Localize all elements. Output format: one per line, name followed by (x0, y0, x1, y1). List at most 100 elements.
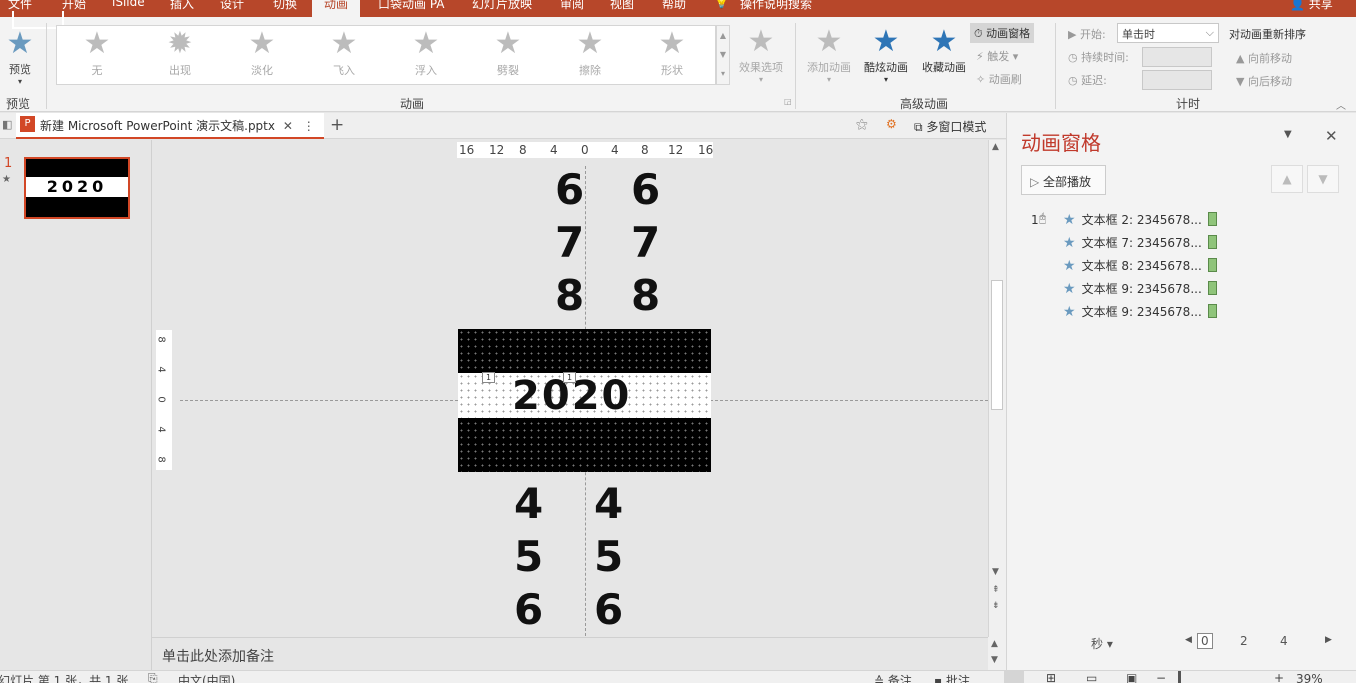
slide-sorter-icon[interactable]: ⊞ (1046, 671, 1056, 683)
move-later-button[interactable]: ▼ 向后移动 (1236, 73, 1292, 89)
duration-label-text: 持续时间: (1081, 51, 1129, 64)
move-down-button[interactable]: ▼ (1307, 165, 1339, 193)
digit-column-bottom-left[interactable]: 4 5 6 (514, 479, 543, 635)
animation-fly-in[interactable]: ★ 飞入 (314, 26, 374, 86)
animation-shape[interactable]: ★ 形状 (642, 26, 702, 86)
rocket-star-icon: ★ (872, 24, 900, 59)
pane-menu-icon[interactable]: ▼ (1284, 129, 1292, 140)
zoom-level[interactable]: 39% (1296, 672, 1323, 683)
digit-column-top-right[interactable]: 6 7 8 (631, 165, 660, 321)
animation-item[interactable]: ★ 文本框 9: 2345678... (1063, 303, 1217, 325)
animation-item[interactable]: ★ 文本框 8: 2345678... (1063, 257, 1217, 279)
char: 2 (571, 373, 602, 419)
star-icon: ★ (1063, 281, 1076, 297)
slide-thumbnail[interactable]: 2020 (24, 157, 130, 219)
tab-review[interactable]: 审阅 (560, 0, 584, 12)
timeline-left-icon[interactable]: ◀ (1185, 635, 1192, 645)
animation-float-in[interactable]: ★ 浮入 (396, 26, 456, 86)
move-earlier-button[interactable]: ▲ 向前移动 (1236, 50, 1292, 66)
gear-icon[interactable]: ⚙ (886, 117, 897, 131)
tab-pocket-animation[interactable]: 口袋动画 PA (378, 0, 445, 12)
next-slide-icon[interactable]: ⇟ (992, 601, 1000, 611)
animation-item[interactable]: ★ 文本框 7: 2345678... (1063, 234, 1217, 256)
zoom-slider[interactable] (1178, 671, 1181, 683)
tab-islide[interactable]: iSlide (112, 0, 145, 9)
notes-pane[interactable]: 单击此处添加备注 (152, 637, 988, 670)
previous-slide-icon[interactable]: ⇞ (992, 585, 1000, 595)
delay-input[interactable] (1142, 70, 1212, 90)
effect-options-button[interactable]: ★ 效果选项 ▾ (733, 25, 789, 85)
gallery-scroll[interactable]: ▲ ▼ ▾ (716, 25, 730, 85)
play-all-button[interactable]: ▷ 全部播放 (1021, 165, 1106, 195)
start-select[interactable]: 单击时 ⌵ (1117, 23, 1219, 43)
move-up-button[interactable]: ▲ (1271, 165, 1303, 193)
animation-wipe[interactable]: ★ 擦除 (560, 26, 620, 86)
duration-input[interactable] (1142, 47, 1212, 67)
slide[interactable]: 2020 1 1 (458, 329, 711, 472)
reading-view-icon[interactable]: ▭ (1086, 671, 1097, 683)
slideshow-icon[interactable]: ▣ (1126, 671, 1137, 683)
zoom-in-icon[interactable]: + (1274, 671, 1284, 683)
cool-animation-button[interactable]: ★ 酷炫动画 ▾ (858, 24, 914, 85)
tab-transitions[interactable]: 切换 (273, 0, 297, 12)
tab-list-icon[interactable]: ◧ (2, 118, 12, 131)
animation-item[interactable]: ★ 文本框 9: 2345678... (1063, 280, 1217, 302)
tab-insert[interactable]: 插入 (170, 0, 194, 12)
canvas-scrollbar[interactable]: ▲ ▼ ⇞ ⇟ (988, 140, 1006, 637)
ruler-tick: 0 (155, 396, 167, 403)
tab-view[interactable]: 视图 (610, 0, 634, 12)
tell-me-search[interactable]: 操作说明搜索 (740, 0, 812, 12)
animation-label: 浮入 (415, 64, 437, 77)
group-label-preview: 预览 (6, 97, 31, 111)
pin-icon[interactable]: ⚝ (856, 117, 868, 132)
spellcheck-icon[interactable]: ⎘ (148, 671, 158, 683)
animation-none[interactable]: ★ 无 (67, 26, 127, 86)
more-icon[interactable]: ⋮ (303, 119, 315, 133)
ruler-tick: 16 (698, 143, 714, 157)
digit: 5 (514, 532, 544, 581)
digit: 4 (514, 479, 544, 528)
notes-toggle[interactable]: ≙ 备注 (874, 672, 912, 683)
timeline-right-icon[interactable]: ▶ (1325, 635, 1332, 645)
seconds-dropdown[interactable]: 秒 ▾ (1091, 635, 1113, 652)
language[interactable]: 中文(中国) (178, 672, 235, 683)
collapse-ribbon-icon[interactable]: ︿ (1336, 97, 1346, 112)
timeline[interactable]: ◀ 0 2 4 ▶ (1185, 633, 1333, 653)
digit-column-top-left[interactable]: 6 7 8 (555, 165, 584, 321)
tab-slideshow[interactable]: 幻灯片放映 (472, 0, 532, 12)
scroll-up-icon[interactable]: ▲ (992, 142, 999, 152)
status-bar: 幻灯片 第 1 张，共 1 张 ⎘ 中文(中国) ≙ 备注 ▪ 批注 ⊞ ▭ ▣… (0, 670, 1356, 683)
document-tab[interactable]: P 新建 Microsoft PowerPoint 演示文稿.pptx ✕ ⋮ (16, 113, 324, 139)
animation-pane-button[interactable]: ⏱ 动画窗格 (970, 23, 1035, 43)
preview-button[interactable]: ★ 预览 ▾ (2, 27, 38, 87)
notes-scrollbar[interactable]: ▲ ▼ (988, 637, 1006, 670)
digit-column-bottom-right[interactable]: 4 5 6 (594, 479, 623, 635)
zoom-out-icon[interactable]: − (1156, 671, 1166, 683)
animation-appear[interactable]: ✹ 出现 (150, 26, 210, 86)
scroll-down-icon[interactable]: ▼ (992, 567, 999, 577)
dialog-launcher-icon[interactable]: ◲ (784, 97, 792, 106)
new-tab-icon[interactable]: + (330, 115, 344, 135)
tab-design[interactable]: 设计 (220, 0, 244, 12)
scroll-down-icon[interactable]: ▼ (991, 655, 998, 665)
share-button[interactable]: 👤 共享 (1290, 0, 1333, 12)
tab-home[interactable]: 开始 (62, 0, 86, 12)
add-animation-button[interactable]: ★ 添加动画 ▾ (803, 25, 855, 85)
pane-title: 动画窗格 (1021, 131, 1101, 155)
multiwindow-button[interactable]: ⧉ 多窗口模式 (914, 118, 986, 135)
collect-animation-button[interactable]: ★ 收藏动画 (916, 25, 972, 75)
close-pane-icon[interactable]: ✕ (1325, 127, 1338, 145)
trigger-button[interactable]: ⚡ 触发 ▾ (976, 48, 1018, 64)
animation-item[interactable]: ★ 文本框 2: 2345678... (1063, 211, 1217, 233)
animation-fade[interactable]: ★ 淡化 (232, 26, 292, 86)
tab-help[interactable]: 帮助 (662, 0, 686, 12)
ruler-tick: 8 (155, 336, 167, 343)
animation-painter-button[interactable]: ✧ 动画刷 (976, 71, 1022, 87)
comments-toggle[interactable]: ▪ 批注 (934, 672, 970, 683)
animation-split[interactable]: ★ 劈裂 (478, 26, 538, 86)
scroll-thumb[interactable] (991, 280, 1003, 410)
tab-animations[interactable]: 动画 (312, 0, 361, 17)
normal-view-icon[interactable] (1004, 671, 1024, 683)
close-icon[interactable]: ✕ (283, 119, 293, 133)
scroll-up-icon[interactable]: ▲ (991, 639, 998, 649)
